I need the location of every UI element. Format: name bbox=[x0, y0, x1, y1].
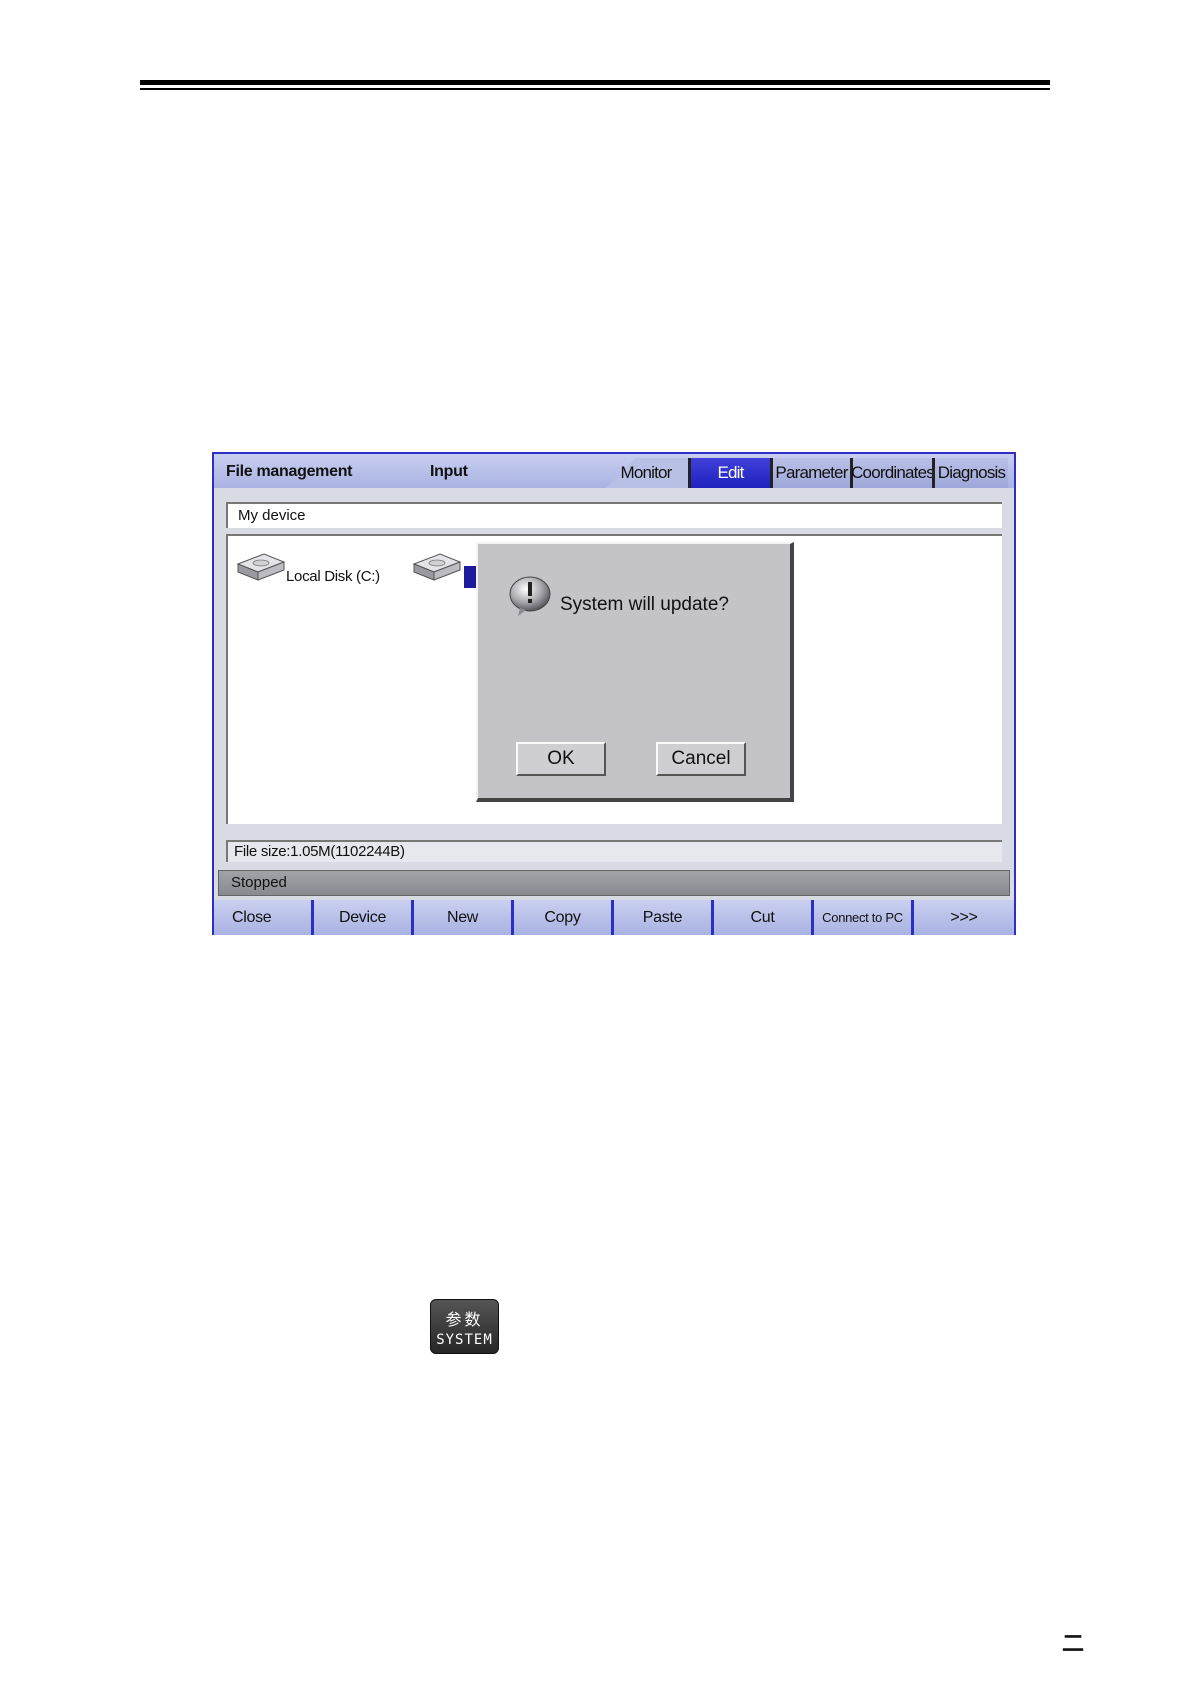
input-label: Input bbox=[430, 463, 468, 480]
tab-edit[interactable]: Edit bbox=[688, 458, 770, 488]
cnc-window: File management Input Monitor Edit Param… bbox=[212, 452, 1016, 935]
disk-item-2[interactable] bbox=[412, 552, 462, 587]
tab-parameter[interactable]: Parameter bbox=[770, 458, 850, 488]
dialog-message: System will update? bbox=[560, 594, 729, 615]
file-size-text: File size:1.05M(1102244B) bbox=[234, 843, 405, 860]
tab-coordinates-label: Coordinates bbox=[851, 463, 935, 482]
mode-title: File management bbox=[226, 463, 353, 480]
warning-icon bbox=[509, 576, 551, 616]
status-bar: Stopped bbox=[218, 870, 1010, 896]
ok-button[interactable]: OK bbox=[516, 742, 606, 776]
path-text: My device bbox=[238, 507, 306, 524]
status-text: Stopped bbox=[231, 874, 287, 891]
more-button[interactable]: >>> bbox=[914, 900, 1014, 935]
paste-button[interactable]: Paste bbox=[614, 900, 714, 935]
tab-diagnosis-label: Diagnosis bbox=[937, 463, 1006, 482]
title-bar: File management Input Monitor Edit Param… bbox=[214, 454, 1014, 488]
tab-coordinates[interactable]: Coordinates bbox=[850, 458, 935, 488]
header-rule-thin bbox=[140, 88, 1050, 90]
file-size-bar: File size:1.05M(1102244B) bbox=[226, 840, 1002, 862]
connect-to-pc-button[interactable]: Connect to PC bbox=[814, 900, 914, 935]
path-bar[interactable]: My device bbox=[226, 502, 1002, 528]
cut-button[interactable]: Cut bbox=[714, 900, 814, 935]
page-mark: 二 bbox=[1062, 1631, 1085, 1656]
hard-disk-icon bbox=[236, 553, 286, 581]
softkey-bar: Close Device New Copy Paste Cut Connect … bbox=[214, 900, 1014, 935]
system-key-en-label: SYSTEM bbox=[436, 1332, 493, 1348]
tab-parameter-label: Parameter bbox=[775, 463, 848, 482]
cancel-button[interactable]: Cancel bbox=[656, 742, 746, 776]
disk-item-c-label: Local Disk (C:) bbox=[286, 568, 380, 585]
hard-disk-icon bbox=[412, 553, 462, 581]
copy-button[interactable]: Copy bbox=[514, 900, 614, 935]
close-button[interactable]: Close bbox=[214, 900, 314, 935]
tab-monitor[interactable]: Monitor bbox=[604, 458, 688, 488]
confirm-dialog: System will update? OK Cancel bbox=[476, 542, 794, 802]
tab-diagnosis[interactable]: Diagnosis bbox=[932, 458, 1008, 488]
disk-item-c[interactable] bbox=[236, 552, 286, 587]
header-rule bbox=[140, 80, 1050, 85]
tab-edit-label: Edit bbox=[717, 463, 744, 482]
new-button[interactable]: New bbox=[414, 900, 514, 935]
tab-monitor-label: Monitor bbox=[620, 463, 672, 482]
system-key-cn-label: 参数 bbox=[445, 1310, 484, 1329]
system-key[interactable]: 参数 SYSTEM bbox=[430, 1299, 499, 1354]
device-button[interactable]: Device bbox=[314, 900, 414, 935]
